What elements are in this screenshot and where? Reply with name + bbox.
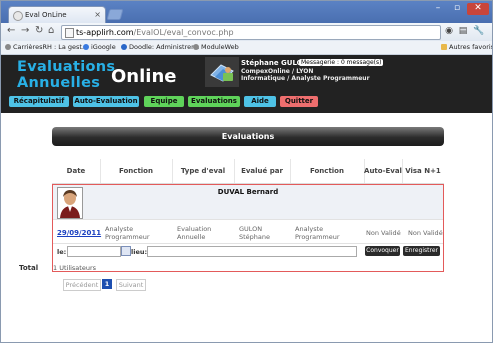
convocation-form: le: lieu: Convoquer Enregistrer	[53, 243, 443, 260]
wrench-icon[interactable]: 🔧	[473, 26, 484, 36]
bookmark-item[interactable]: ModuleWeb	[193, 43, 239, 51]
browser-toolbar: ← → ↻ ⌂ ts-applirh.com/EvalOL/eval_convo…	[1, 23, 492, 42]
messages-link[interactable]: Messagerie : 0 message(s)	[299, 59, 384, 66]
total-value: 1 Utilisateurs	[53, 264, 97, 272]
column-header: Evalué par	[234, 159, 291, 183]
back-arrow-icon[interactable]: ←	[7, 25, 15, 36]
other-bookmarks[interactable]: Autres favoris	[441, 43, 492, 51]
page-icon	[65, 28, 74, 38]
enregistrer-button[interactable]: Enregistrer	[403, 246, 440, 256]
bookmark-item[interactable]: CarrièresRH : La gest...	[5, 43, 88, 51]
menu-recapitulatif[interactable]: Récapitulatif	[9, 96, 69, 107]
menu-equipe[interactable]: Equipe	[144, 96, 184, 107]
url-text: ts-applirh.com/EvalOL/eval_convoc.php	[76, 28, 234, 37]
maximize-button[interactable]: ▫	[448, 3, 466, 15]
table-header: Date Fonction Type d'eval Evalué par Fon…	[52, 159, 444, 184]
column-header: Auto-Eval	[364, 159, 403, 183]
home-icon[interactable]: ⌂	[48, 25, 54, 36]
user-company: CompexOnline / LYON	[241, 68, 314, 75]
address-bar[interactable]: ts-applirh.com/EvalOL/eval_convoc.php ☆	[61, 25, 441, 40]
employee-function: Analyste Programmeur	[105, 225, 150, 241]
tab-close-icon[interactable]: ×	[94, 10, 101, 19]
evaluation-record: DUVAL Bernard 29/09/2011 Analyste Progra…	[52, 184, 444, 272]
evaluator-name: GULON Stéphane	[239, 225, 271, 241]
date-input[interactable]	[67, 246, 121, 257]
tab-bar: Eval OnLine × – ▫ ✕	[1, 1, 492, 24]
folder-icon	[441, 44, 447, 50]
logo-line2: Annuelles	[17, 75, 101, 91]
menu-evaluations[interactable]: Evaluations	[188, 96, 240, 107]
previous-page-button[interactable]: Précédent	[63, 279, 101, 291]
column-header: Date	[52, 159, 101, 183]
bookmark-icon	[5, 44, 11, 50]
column-header: Visa N+1	[405, 167, 441, 175]
evaluation-type: Evaluation Annuelle	[177, 225, 212, 241]
bookmark-item[interactable]: iGoogle	[83, 43, 116, 51]
menu-aide[interactable]: Aide	[244, 96, 276, 107]
logo-online: Online	[111, 66, 177, 87]
total-label: Total	[19, 264, 39, 272]
section-title: Evaluations	[52, 127, 444, 146]
minimize-button[interactable]: –	[429, 3, 447, 15]
place-input[interactable]	[147, 246, 357, 257]
globe-icon	[13, 11, 23, 21]
menu-auto-evaluation[interactable]: Auto-Evaluation	[73, 96, 139, 107]
next-page-button[interactable]: Suivant	[116, 279, 146, 291]
visa-status: Non Validé	[408, 229, 443, 237]
close-window-button[interactable]: ✕	[467, 3, 489, 15]
evaluation-date-link[interactable]: 29/09/2011	[57, 229, 101, 237]
doodle-icon	[121, 44, 127, 50]
menu-quitter[interactable]: Quitter	[280, 96, 318, 107]
page-number-button[interactable]: 1	[102, 279, 112, 289]
app-header: Evaluations Annuelles Online Stéphane GU…	[1, 55, 492, 113]
google-icon	[83, 44, 89, 50]
record-header: DUVAL Bernard	[53, 185, 443, 219]
user-role: Informatique / Analyste Programmeur	[241, 75, 370, 82]
profile-icon[interactable]: ◉	[444, 26, 454, 36]
column-header: Fonction	[100, 159, 173, 183]
table-row: 29/09/2011 Analyste Programmeur Evaluati…	[53, 219, 443, 244]
date-label: le:	[57, 248, 67, 256]
main-content: Evaluations Date Fonction Type d'eval Ev…	[1, 113, 492, 342]
user-box: Stéphane GULON Messagerie : 0 message(s)…	[205, 57, 433, 87]
calendar-icon[interactable]	[121, 246, 131, 256]
auto-eval-status: Non Validé	[366, 229, 401, 237]
user-profile-icon	[205, 57, 239, 87]
column-header: Fonction	[290, 159, 365, 183]
tab-title: Eval OnLine	[25, 11, 67, 19]
browser-tab[interactable]: Eval OnLine ×	[8, 6, 106, 24]
bookmark-item[interactable]: Doodle: Administrer...	[121, 43, 199, 51]
column-header: Type d'eval	[172, 159, 235, 183]
reload-icon[interactable]: ↻	[35, 25, 43, 36]
logo-line1: Evaluations	[17, 59, 116, 75]
forward-arrow-icon[interactable]: →	[21, 25, 29, 36]
evaluator-function: Analyste Programmeur	[295, 225, 340, 241]
convoquer-button[interactable]: Convoquer	[365, 246, 400, 256]
new-tab-button[interactable]	[106, 9, 124, 20]
bookmarks-bar: CarrièresRH : La gest... iGoogle Doodle:…	[1, 41, 492, 55]
bookmark-icon	[193, 44, 199, 50]
browser-window: Eval OnLine × – ▫ ✕ ← → ↻ ⌂ ts-applirh.c…	[0, 0, 493, 343]
place-label: lieu:	[131, 248, 148, 256]
page-menu-icon[interactable]: ▤	[458, 26, 468, 36]
employee-name: DUVAL Bernard	[217, 188, 279, 196]
